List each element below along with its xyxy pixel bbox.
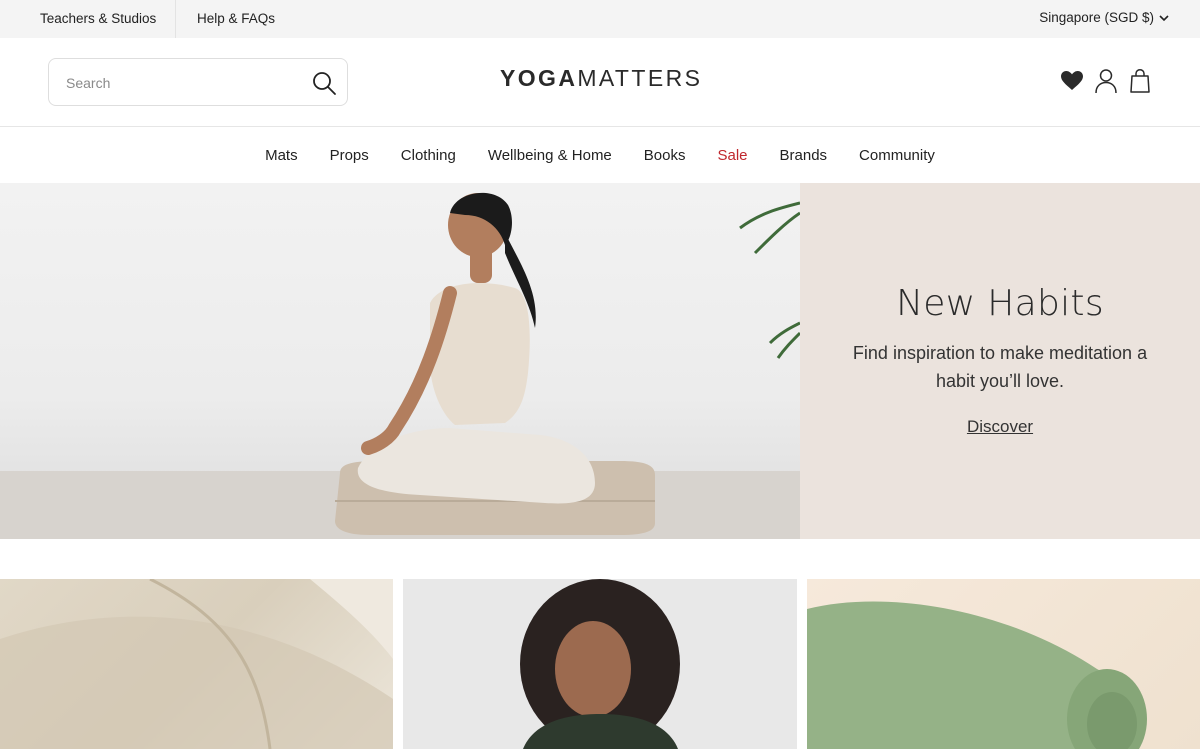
header-actions <box>1060 68 1152 94</box>
main-nav: Mats Props Clothing Wellbeing & Home Boo… <box>0 127 1200 183</box>
logo-yoga: YOGA <box>500 65 578 91</box>
search-input[interactable] <box>66 72 306 94</box>
region-selector[interactable]: Singapore (SGD $) <box>1039 10 1170 25</box>
site-header: YOGAMATTERS <box>0 38 1200 127</box>
nav-clothing[interactable]: Clothing <box>385 147 472 164</box>
nav-community[interactable]: Community <box>843 147 951 164</box>
category-tile-cushion[interactable] <box>0 579 393 749</box>
account-icon[interactable] <box>1094 68 1118 94</box>
nav-wellbeing-home[interactable]: Wellbeing & Home <box>472 147 628 164</box>
logo-matters: MATTERS <box>577 65 703 91</box>
region-label: Singapore (SGD $) <box>1039 10 1154 25</box>
chevron-down-icon <box>1159 14 1169 21</box>
rolled-mat-image <box>807 601 1147 749</box>
discover-link[interactable]: Discover <box>800 417 1200 437</box>
hero-image[interactable] <box>0 183 800 539</box>
nav-props[interactable]: Props <box>314 147 385 164</box>
search-box <box>48 58 348 106</box>
nav-books[interactable]: Books <box>628 147 702 164</box>
nav-mats[interactable]: Mats <box>249 147 314 164</box>
utility-bar: Teachers & Studios Help & FAQs Singapore… <box>0 0 1200 38</box>
wishlist-heart-icon[interactable] <box>1060 68 1084 94</box>
model-portrait-image <box>520 579 680 749</box>
help-faqs-link[interactable]: Help & FAQs <box>197 11 275 26</box>
nav-brands[interactable]: Brands <box>764 147 844 164</box>
teachers-studios-link[interactable]: Teachers & Studios <box>40 11 156 26</box>
cushion-fabric-image <box>0 579 393 749</box>
hero-subtitle: Find inspiration to make meditation a ha… <box>852 343 1148 391</box>
plant-leaves <box>739 201 800 359</box>
shopping-bag-icon[interactable] <box>1128 68 1152 94</box>
hero-illustration <box>0 192 800 539</box>
utility-divider <box>175 0 176 38</box>
hero-title: New Habits <box>896 283 1104 324</box>
category-tile-mats[interactable] <box>807 579 1200 749</box>
site-logo[interactable]: YOGAMATTERS <box>500 65 702 92</box>
hero-text-panel: New Habits Find inspiration to make medi… <box>800 183 1200 539</box>
category-tile-clothing[interactable] <box>403 579 797 749</box>
search-icon[interactable] <box>311 70 337 96</box>
nav-sale[interactable]: Sale <box>701 147 763 164</box>
